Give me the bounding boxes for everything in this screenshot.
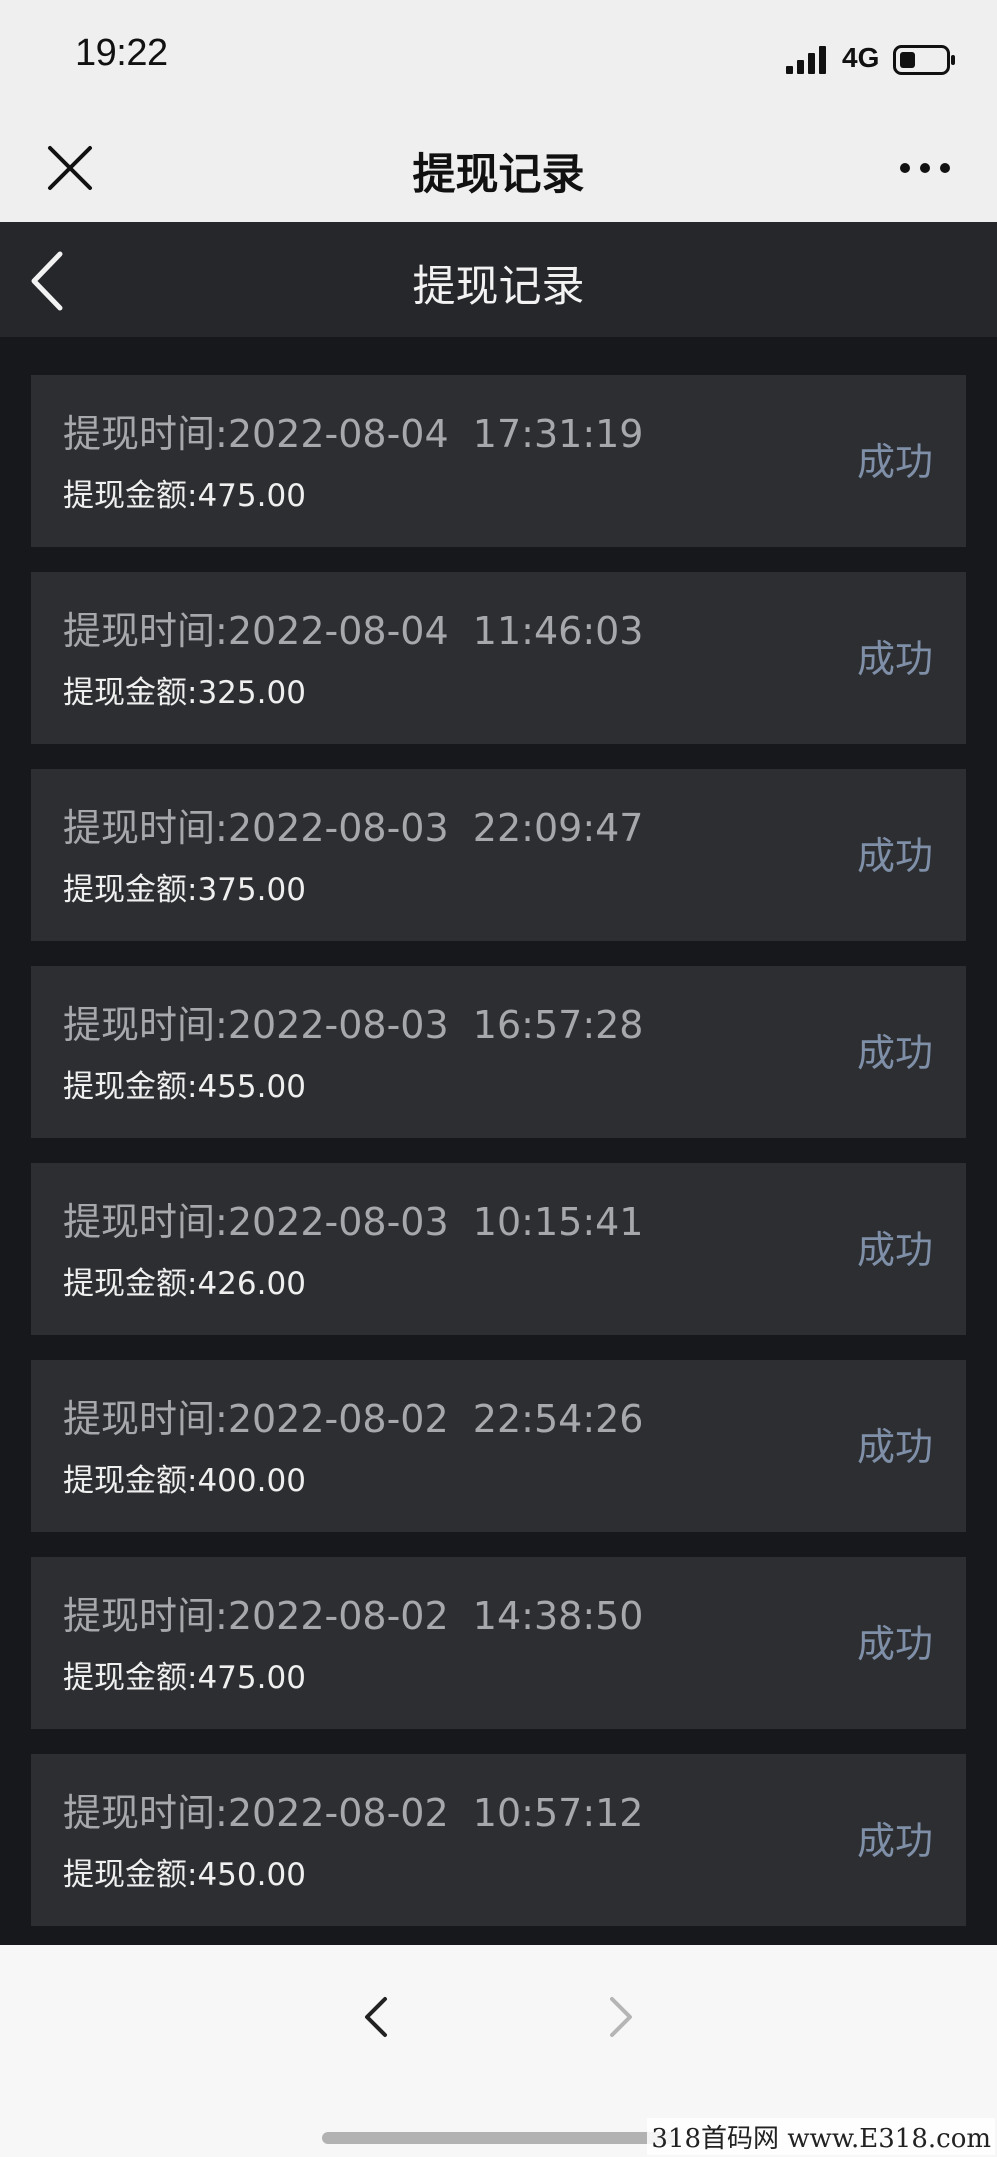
status-time: 19:22 — [75, 32, 168, 74]
chevron-left-icon — [365, 1997, 387, 2037]
record-amount: 提现金额:455.00 — [63, 1061, 306, 1106]
record-time: 提现时间:2022-08-04 17:31:19 — [63, 403, 643, 458]
record-amount-value: 426.00 — [197, 1266, 306, 1302]
page-title: 提现记录 — [412, 262, 585, 312]
record-time: 提现时间:2022-08-02 22:54:26 — [63, 1388, 643, 1443]
record-time: 提现时间:2022-08-02 10:57:12 — [63, 1782, 643, 1837]
record-time: 提现时间:2022-08-03 10:15:41 — [63, 1191, 643, 1246]
record-amount: 提现金额:400.00 — [63, 1455, 306, 1500]
record-amount-label: 提现金额: — [63, 1463, 198, 1499]
record-time-value: 2022-08-03 22:09:47 — [227, 806, 644, 850]
record-time-value: 2022-08-02 14:38:50 — [227, 1594, 644, 1638]
record-amount: 提现金额:450.00 — [63, 1849, 306, 1894]
record-time-value: 2022-08-02 10:57:12 — [227, 1791, 644, 1835]
record-time: 提现时间:2022-08-04 11:46:03 — [63, 600, 643, 655]
webview-header: 提现记录 — [0, 110, 997, 222]
watermark: 318首码网 www.E318.com — [647, 2118, 995, 2155]
record-amount-label: 提现金额: — [63, 675, 198, 711]
record-time-label: 提现时间: — [63, 1200, 228, 1244]
more-button[interactable] — [895, 148, 955, 188]
record-status: 成功 — [856, 1622, 933, 1666]
record-amount-value: 455.00 — [197, 1069, 306, 1105]
record-amount: 提现金额:375.00 — [63, 864, 306, 909]
record-time: 提现时间:2022-08-02 14:38:50 — [63, 1585, 643, 1640]
record-amount: 提现金额:475.00 — [63, 470, 306, 515]
record-status: 成功 — [856, 637, 933, 681]
webview-title: 提现记录 — [412, 150, 585, 200]
cellular-signal-icon — [786, 46, 826, 74]
record-time-value: 2022-08-03 10:15:41 — [227, 1200, 644, 1244]
record-time: 提现时间:2022-08-03 22:09:47 — [63, 797, 643, 852]
status-bar: 19:22 4G — [0, 0, 997, 110]
page-header: 提现记录 — [0, 222, 997, 337]
page-content: 提现记录 提现时间:2022-08-04 17:31:19 提现金额:475.0… — [0, 222, 997, 1945]
record-amount-value: 450.00 — [197, 1857, 306, 1893]
record-amount-label: 提现金额: — [63, 1857, 198, 1893]
record-time-value: 2022-08-04 17:31:19 — [227, 412, 644, 456]
chevron-right-icon — [610, 1997, 632, 2037]
record-amount-value: 375.00 — [197, 872, 306, 908]
record-card[interactable]: 提现时间:2022-08-04 11:46:03 提现金额:325.00 成功 — [31, 572, 966, 744]
record-time-label: 提现时间: — [63, 1397, 228, 1441]
record-time-label: 提现时间: — [63, 412, 228, 456]
nav-back-button[interactable] — [355, 1987, 399, 2047]
record-status: 成功 — [856, 1425, 933, 1469]
record-amount: 提现金额:475.00 — [63, 1652, 306, 1697]
record-status: 成功 — [856, 1819, 933, 1863]
record-time-label: 提现时间: — [63, 1003, 228, 1047]
record-status: 成功 — [856, 440, 933, 484]
record-card[interactable]: 提现时间:2022-08-02 14:38:50 提现金额:475.00 成功 — [31, 1557, 966, 1729]
record-card[interactable]: 提现时间:2022-08-03 10:15:41 提现金额:426.00 成功 — [31, 1163, 966, 1335]
record-status: 成功 — [856, 834, 933, 878]
record-amount: 提现金额:426.00 — [63, 1258, 306, 1303]
record-amount-label: 提现金额: — [63, 1660, 198, 1696]
record-time-label: 提现时间: — [63, 1791, 228, 1835]
record-amount-label: 提现金额: — [63, 1069, 198, 1105]
withdrawal-record-list: 提现时间:2022-08-04 17:31:19 提现金额:475.00 成功 … — [31, 375, 966, 1951]
record-card[interactable]: 提现时间:2022-08-03 22:09:47 提现金额:375.00 成功 — [31, 769, 966, 941]
bottom-nav-bar: 318首码网 www.E318.com — [0, 1945, 997, 2157]
record-time: 提现时间:2022-08-03 16:57:28 — [63, 994, 643, 1049]
record-amount-label: 提现金额: — [63, 1266, 198, 1302]
record-amount-label: 提现金额: — [63, 478, 198, 514]
record-amount-value: 325.00 — [197, 675, 306, 711]
more-dots-icon — [900, 163, 950, 173]
record-status: 成功 — [856, 1228, 933, 1272]
record-time-label: 提现时间: — [63, 609, 228, 653]
record-amount: 提现金额:325.00 — [63, 667, 306, 712]
record-amount-label: 提现金额: — [63, 872, 198, 908]
record-time-value: 2022-08-03 16:57:28 — [227, 1003, 644, 1047]
record-card[interactable]: 提现时间:2022-08-04 17:31:19 提现金额:475.00 成功 — [31, 375, 966, 547]
record-card[interactable]: 提现时间:2022-08-02 22:54:26 提现金额:400.00 成功 — [31, 1360, 966, 1532]
record-time-value: 2022-08-02 22:54:26 — [227, 1397, 644, 1441]
record-time-value: 2022-08-04 11:46:03 — [227, 609, 644, 653]
record-time-label: 提现时间: — [63, 1594, 228, 1638]
record-amount-value: 475.00 — [197, 1660, 306, 1696]
record-status: 成功 — [856, 1031, 933, 1075]
record-card[interactable]: 提现时间:2022-08-02 10:57:12 提现金额:450.00 成功 — [31, 1754, 966, 1926]
home-indicator[interactable] — [322, 2132, 678, 2144]
battery-low-icon — [893, 45, 955, 75]
record-amount-value: 475.00 — [197, 478, 306, 514]
network-label: 4G — [842, 42, 880, 73]
record-time-label: 提现时间: — [63, 806, 228, 850]
record-amount-value: 400.00 — [197, 1463, 306, 1499]
nav-forward-button[interactable] — [598, 1987, 642, 2047]
record-card[interactable]: 提现时间:2022-08-03 16:57:28 提现金额:455.00 成功 — [31, 966, 966, 1138]
